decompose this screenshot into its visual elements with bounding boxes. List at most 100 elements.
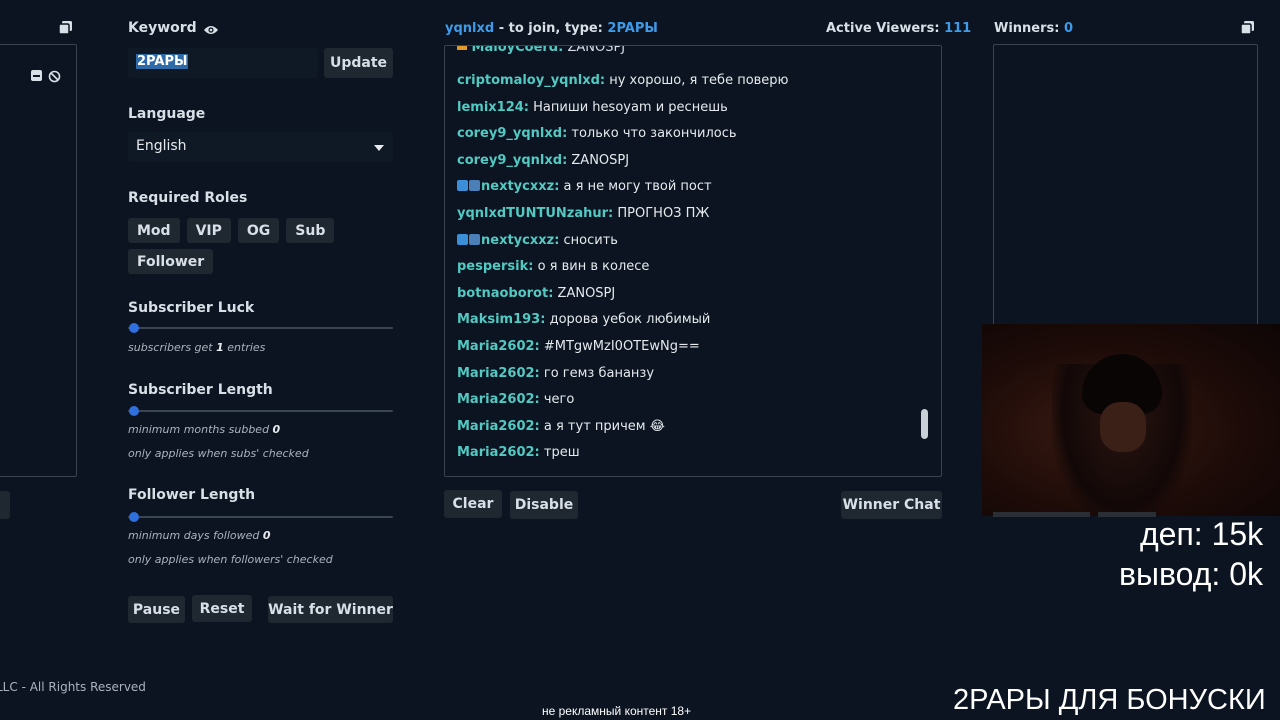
eye-icon[interactable] [203,21,219,40]
chat-username[interactable]: lemix124: [457,100,529,115]
badge-icon [469,233,480,245]
chat-text: только что закончилось [571,126,737,142]
follower-length-note2: only applies when followers' checked [128,553,333,566]
role-sub[interactable]: Sub [286,218,335,243]
bonus-text: 2PAPЫ ДЛЯ БОНУСКИ [953,684,1266,716]
update-button[interactable]: Update [324,48,393,78]
language-select[interactable]: English [128,132,393,162]
chat-text: а я тут причем 😂 [543,418,665,434]
role-og[interactable]: OG [237,218,280,243]
join-text: - to join, type: [498,21,603,36]
keyword-input-value: 2PAPЫ [136,54,189,69]
chat-message: Maria2602: #MTgwMzI0OTEwNg== [457,334,917,361]
chat-text: дорова уебок любимый [549,312,711,328]
badge-icon [457,180,468,192]
copy-icon[interactable] [58,20,73,39]
chat-partial-line: MaloyCoerd: ZANOSPJ [457,46,625,55]
left-partial-button[interactable] [0,491,10,519]
chat-message: botnaoborot: ZANOSPJ [457,281,917,308]
dep-text: деп: 15k [1140,516,1264,552]
chat-text: ПРОГНОЗ ПЖ [617,205,710,221]
pause-button[interactable]: Pause [128,596,185,623]
chat-username[interactable]: criptomaloy_yqnlxd: [457,73,605,88]
clear-button[interactable]: Clear [444,490,502,518]
chat-username[interactable]: pespersik: [457,259,533,274]
follower-length-label: Follower Length [128,487,256,503]
chat-username[interactable]: Maksim193: [457,312,545,327]
winners-label: Winners: [994,21,1060,36]
chat-text: сносить [563,232,618,248]
vyvod-text: вывод: 0k [1119,556,1263,592]
winners-header: Winners: 0 [994,21,1073,36]
chat-message: Maria2602: треш [457,440,917,467]
block-icon[interactable] [48,68,61,87]
winner-chat-button[interactable]: Winner Chat [841,491,942,519]
chat-username[interactable]: Maria2602: [457,445,540,460]
subscriber-luck-slider[interactable] [128,327,393,329]
chat-message: Maria2602: а я тут причем 😂 [457,414,917,441]
chat-messages: criptomaloy_yqnlxd: ну хорошо, я тебе по… [457,68,917,467]
webcam-bar-left [993,512,1090,517]
chat-message: Maria2602: го гемз бананзу [457,361,917,388]
roles-row-2: Follower [128,249,216,274]
chat-message: corey9_yqnlxd: ZANOSPJ [457,148,917,175]
chat-text: ZANOSPJ [557,285,616,301]
keyword-input[interactable]: 2PAPЫ [128,48,318,78]
chat-message: yqnlxdTUNTUNzahur: ПРОГНОЗ ПЖ [457,201,917,228]
subscriber-luck-label: Subscriber Luck [128,300,255,316]
chat-text: #MTgwMzI0OTEwNg== [543,338,700,354]
chat-username[interactable]: botnaoborot: [457,286,553,301]
winners-box [993,44,1258,344]
chat-message: nextycxxz: сносить [457,228,917,255]
disclaimer-text: не рекламный контент 18+ [542,704,692,718]
role-mod[interactable]: Mod [128,218,180,243]
follower-length-slider[interactable] [128,516,393,518]
footer-rights: LLC - All Rights Reserved [0,680,146,694]
follower-length-knob[interactable] [129,512,139,522]
chat-username[interactable]: Maria2602: [457,339,540,354]
webcam-overlay [982,324,1280,516]
chat-message: criptomaloy_yqnlxd: ну хорошо, я тебе по… [457,68,917,95]
chat-username[interactable]: nextycxxz: [481,179,559,194]
chat-username[interactable]: Maria2602: [457,366,540,381]
role-follower[interactable]: Follower [128,249,214,274]
badge-icon [469,180,480,192]
chat-text: ZANOSPJ [571,152,630,168]
active-viewers-label: Active Viewers: [826,21,940,36]
chat-username[interactable]: nextycxxz: [481,233,559,248]
subscriber-length-note2: only applies when subs' checked [128,447,309,460]
dropdown-arrow-icon [374,145,384,151]
channel-name[interactable]: yqnlxd [445,21,494,36]
chat-username[interactable]: corey9_yqnlxd: [457,153,567,168]
subscriber-length-label: Subscriber Length [128,382,273,398]
chat-username[interactable]: Maria2602: [457,419,540,434]
language-selected: English [136,138,187,154]
subscriber-length-slider[interactable] [128,410,393,412]
active-viewers-count: 111 [944,21,972,36]
roles-row-1: Mod VIP OG Sub [128,218,337,243]
chat-username[interactable]: corey9_yqnlxd: [457,126,567,141]
wait-for-winner-button[interactable]: Wait for Winner [268,596,393,623]
chat-text: о я вин в колесе [537,259,650,275]
chat-text: го гемз бананзу [543,365,655,381]
left-partial-panel [0,44,77,477]
disable-button[interactable]: Disable [510,491,578,519]
chat-text: а я не могу твой пост [563,179,712,195]
badge-icon [457,233,468,245]
minus-icon[interactable] [31,70,42,81]
chat-box[interactable]: MaloyCoerd: ZANOSPJ criptomaloy_yqnlxd: … [444,45,942,477]
subscriber-luck-knob[interactable] [129,323,139,333]
role-vip[interactable]: VIP [186,218,231,243]
chat-username[interactable]: Maria2602: [457,392,540,407]
chat-scrollbar-thumb[interactable] [921,409,928,439]
reset-button[interactable]: Reset [192,595,252,622]
copy-icon-winners[interactable] [1240,20,1255,39]
winners-count: 0 [1064,21,1074,36]
keyword-label: Keyword [128,20,197,36]
active-viewers: Active Viewers: 111 [826,21,971,36]
subscriber-length-note: minimum months subbed 0 [128,423,281,436]
subscriber-length-knob[interactable] [129,406,139,416]
chat-message: Maksim193: дорова уебок любимый [457,307,917,334]
chat-message: pespersik: о я вин в колесе [457,254,917,281]
chat-username[interactable]: yqnlxdTUNTUNzahur: [457,206,613,221]
